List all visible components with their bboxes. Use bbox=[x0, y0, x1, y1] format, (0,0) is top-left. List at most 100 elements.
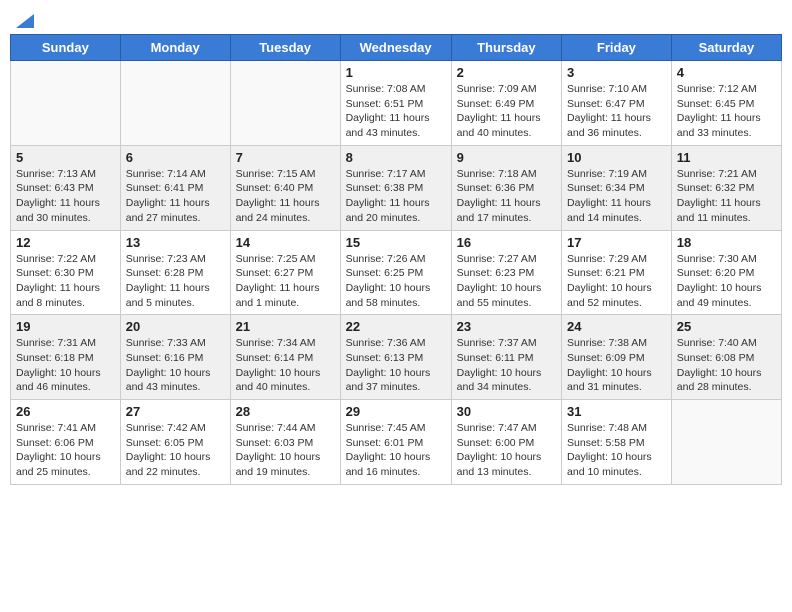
day-number: 24 bbox=[567, 319, 666, 334]
day-of-week-tuesday: Tuesday bbox=[230, 35, 340, 61]
calendar-table: SundayMondayTuesdayWednesdayThursdayFrid… bbox=[10, 34, 782, 485]
day-number: 25 bbox=[677, 319, 776, 334]
day-of-week-friday: Friday bbox=[562, 35, 672, 61]
day-of-week-monday: Monday bbox=[120, 35, 230, 61]
calendar-day-cell: 25 Sunrise: 7:40 AMSunset: 6:08 PMDayligh… bbox=[671, 315, 781, 400]
calendar-day-cell: 30 Sunrise: 7:47 AMSunset: 6:00 PMDayligh… bbox=[451, 400, 561, 485]
calendar-header-row: SundayMondayTuesdayWednesdayThursdayFrid… bbox=[11, 35, 782, 61]
day-number: 8 bbox=[346, 150, 446, 165]
day-number: 21 bbox=[236, 319, 335, 334]
day-info: Sunrise: 7:31 AMSunset: 6:18 PMDaylight:… bbox=[16, 336, 115, 395]
calendar-day-cell bbox=[11, 61, 121, 146]
calendar-day-cell: 31 Sunrise: 7:48 AMSunset: 5:58 PMDayligh… bbox=[562, 400, 672, 485]
day-number: 17 bbox=[567, 235, 666, 250]
calendar-day-cell: 14 Sunrise: 7:25 AMSunset: 6:27 PMDayligh… bbox=[230, 230, 340, 315]
calendar-week-row: 5 Sunrise: 7:13 AMSunset: 6:43 PMDaylight… bbox=[11, 145, 782, 230]
day-number: 11 bbox=[677, 150, 776, 165]
calendar-week-row: 26Sunrise: 7:41 AMSunset: 6:06 PMDayligh… bbox=[11, 400, 782, 485]
calendar-day-cell: 24 Sunrise: 7:38 AMSunset: 6:09 PMDayligh… bbox=[562, 315, 672, 400]
day-info: Sunrise: 7:15 AMSunset: 6:40 PMDaylight:… bbox=[236, 167, 335, 226]
calendar-day-cell: 23 Sunrise: 7:37 AMSunset: 6:11 PMDayligh… bbox=[451, 315, 561, 400]
calendar-day-cell: 19 Sunrise: 7:31 AMSunset: 6:18 PMDayligh… bbox=[11, 315, 121, 400]
day-number: 27 bbox=[126, 404, 225, 419]
day-info: Sunrise: 7:10 AMSunset: 6:47 PMDaylight:… bbox=[567, 82, 666, 141]
day-number: 13 bbox=[126, 235, 225, 250]
day-number: 29 bbox=[346, 404, 446, 419]
day-info: Sunrise: 7:38 AMSunset: 6:09 PMDaylight:… bbox=[567, 336, 666, 395]
day-info: Sunrise: 7:30 AMSunset: 6:20 PMDaylight:… bbox=[677, 252, 776, 311]
day-info: Sunrise: 7:13 AMSunset: 6:43 PMDaylight:… bbox=[16, 167, 115, 226]
day-number: 16 bbox=[457, 235, 556, 250]
day-number: 15 bbox=[346, 235, 446, 250]
day-number: 28 bbox=[236, 404, 335, 419]
day-info: Sunrise: 7:37 AMSunset: 6:11 PMDaylight:… bbox=[457, 336, 556, 395]
calendar-day-cell: 9Sunrise: 7:18 AMSunset: 6:36 PMDaylight… bbox=[451, 145, 561, 230]
calendar-day-cell: 5 Sunrise: 7:13 AMSunset: 6:43 PMDaylight… bbox=[11, 145, 121, 230]
calendar-day-cell: 8 Sunrise: 7:17 AMSunset: 6:38 PMDaylight… bbox=[340, 145, 451, 230]
day-of-week-sunday: Sunday bbox=[11, 35, 121, 61]
day-number: 4 bbox=[677, 65, 776, 80]
day-info: Sunrise: 7:44 AMSunset: 6:03 PMDaylight:… bbox=[236, 421, 335, 480]
calendar-day-cell: 22 Sunrise: 7:36 AMSunset: 6:13 PMDayligh… bbox=[340, 315, 451, 400]
day-info: Sunrise: 7:08 AMSunset: 6:51 PMDaylight:… bbox=[346, 82, 446, 141]
calendar-week-row: 12 Sunrise: 7:22 AMSunset: 6:30 PMDayligh… bbox=[11, 230, 782, 315]
day-number: 22 bbox=[346, 319, 446, 334]
calendar-day-cell: 3 Sunrise: 7:10 AMSunset: 6:47 PMDaylight… bbox=[562, 61, 672, 146]
day-number: 30 bbox=[457, 404, 556, 419]
calendar-day-cell: 15 Sunrise: 7:26 AMSunset: 6:25 PMDayligh… bbox=[340, 230, 451, 315]
day-info: Sunrise: 7:25 AMSunset: 6:27 PMDaylight:… bbox=[236, 252, 335, 311]
day-number: 18 bbox=[677, 235, 776, 250]
day-of-week-thursday: Thursday bbox=[451, 35, 561, 61]
day-number: 12 bbox=[16, 235, 115, 250]
header bbox=[10, 10, 782, 28]
day-number: 14 bbox=[236, 235, 335, 250]
day-number: 10 bbox=[567, 150, 666, 165]
calendar-day-cell bbox=[671, 400, 781, 485]
calendar-day-cell: 2 Sunrise: 7:09 AMSunset: 6:49 PMDaylight… bbox=[451, 61, 561, 146]
logo-triangle-icon bbox=[16, 14, 34, 28]
calendar-day-cell: 16 Sunrise: 7:27 AMSunset: 6:23 PMDayligh… bbox=[451, 230, 561, 315]
day-info: Sunrise: 7:36 AMSunset: 6:13 PMDaylight:… bbox=[346, 336, 446, 395]
day-number: 23 bbox=[457, 319, 556, 334]
day-info: Sunrise: 7:47 AMSunset: 6:00 PMDaylight:… bbox=[457, 421, 556, 480]
day-info: Sunrise: 7:26 AMSunset: 6:25 PMDaylight:… bbox=[346, 252, 446, 311]
calendar-day-cell: 21Sunrise: 7:34 AMSunset: 6:14 PMDayligh… bbox=[230, 315, 340, 400]
day-info: Sunrise: 7:27 AMSunset: 6:23 PMDaylight:… bbox=[457, 252, 556, 311]
calendar-day-cell: 12 Sunrise: 7:22 AMSunset: 6:30 PMDayligh… bbox=[11, 230, 121, 315]
calendar-day-cell: 7 Sunrise: 7:15 AMSunset: 6:40 PMDaylight… bbox=[230, 145, 340, 230]
day-number: 7 bbox=[236, 150, 335, 165]
calendar-week-row: 1Sunrise: 7:08 AMSunset: 6:51 PMDaylight… bbox=[11, 61, 782, 146]
day-number: 20 bbox=[126, 319, 225, 334]
day-info: Sunrise: 7:29 AMSunset: 6:21 PMDaylight:… bbox=[567, 252, 666, 311]
calendar-day-cell: 1Sunrise: 7:08 AMSunset: 6:51 PMDaylight… bbox=[340, 61, 451, 146]
day-info: Sunrise: 7:42 AMSunset: 6:05 PMDaylight:… bbox=[126, 421, 225, 480]
day-info: Sunrise: 7:09 AMSunset: 6:49 PMDaylight:… bbox=[457, 82, 556, 141]
day-info: Sunrise: 7:40 AMSunset: 6:08 PMDaylight:… bbox=[677, 336, 776, 395]
day-info: Sunrise: 7:19 AMSunset: 6:34 PMDaylight:… bbox=[567, 167, 666, 226]
calendar-day-cell bbox=[230, 61, 340, 146]
day-number: 31 bbox=[567, 404, 666, 419]
day-of-week-wednesday: Wednesday bbox=[340, 35, 451, 61]
calendar-day-cell: 13Sunrise: 7:23 AMSunset: 6:28 PMDayligh… bbox=[120, 230, 230, 315]
calendar-day-cell: 27 Sunrise: 7:42 AMSunset: 6:05 PMDayligh… bbox=[120, 400, 230, 485]
day-number: 2 bbox=[457, 65, 556, 80]
calendar-day-cell: 26Sunrise: 7:41 AMSunset: 6:06 PMDayligh… bbox=[11, 400, 121, 485]
calendar-day-cell bbox=[120, 61, 230, 146]
day-info: Sunrise: 7:18 AMSunset: 6:36 PMDaylight:… bbox=[457, 167, 556, 226]
calendar-day-cell: 28 Sunrise: 7:44 AMSunset: 6:03 PMDayligh… bbox=[230, 400, 340, 485]
day-number: 3 bbox=[567, 65, 666, 80]
day-info: Sunrise: 7:41 AMSunset: 6:06 PMDaylight:… bbox=[16, 421, 115, 480]
calendar-day-cell: 17 Sunrise: 7:29 AMSunset: 6:21 PMDayligh… bbox=[562, 230, 672, 315]
day-number: 19 bbox=[16, 319, 115, 334]
calendar-day-cell: 4 Sunrise: 7:12 AMSunset: 6:45 PMDaylight… bbox=[671, 61, 781, 146]
calendar-week-row: 19 Sunrise: 7:31 AMSunset: 6:18 PMDayligh… bbox=[11, 315, 782, 400]
calendar-day-cell: 20Sunrise: 7:33 AMSunset: 6:16 PMDayligh… bbox=[120, 315, 230, 400]
day-info: Sunrise: 7:17 AMSunset: 6:38 PMDaylight:… bbox=[346, 167, 446, 226]
logo bbox=[14, 16, 34, 28]
day-info: Sunrise: 7:12 AMSunset: 6:45 PMDaylight:… bbox=[677, 82, 776, 141]
calendar-day-cell: 29Sunrise: 7:45 AMSunset: 6:01 PMDayligh… bbox=[340, 400, 451, 485]
day-info: Sunrise: 7:48 AMSunset: 5:58 PMDaylight:… bbox=[567, 421, 666, 480]
day-info: Sunrise: 7:22 AMSunset: 6:30 PMDaylight:… bbox=[16, 252, 115, 311]
day-number: 5 bbox=[16, 150, 115, 165]
calendar-day-cell: 11Sunrise: 7:21 AMSunset: 6:32 PMDayligh… bbox=[671, 145, 781, 230]
